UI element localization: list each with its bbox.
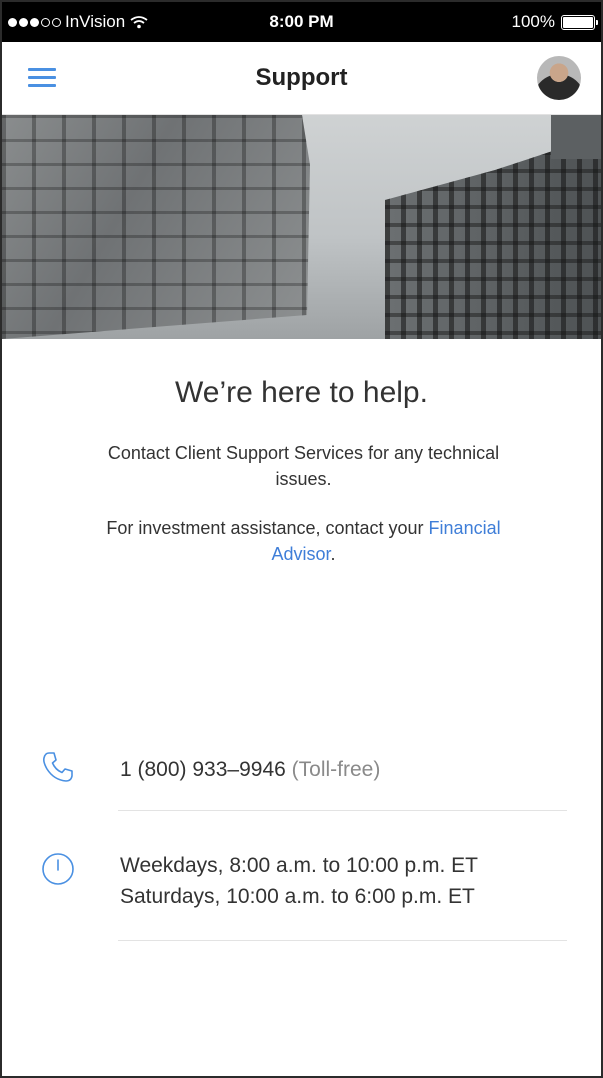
divider: [118, 810, 567, 811]
battery-icon: [561, 14, 598, 30]
phone-icon: [43, 752, 73, 782]
hours-text: Weekdays, 8:00 a.m. to 10:00 p.m. ET Sat…: [120, 850, 478, 912]
hours-weekdays: Weekdays, 8:00 a.m. to 10:00 p.m. ET: [120, 854, 478, 877]
phone-text: 1 (800) 933–9946 (Toll-free): [120, 754, 380, 785]
nav-bar: Support: [2, 42, 601, 115]
divider: [118, 940, 567, 941]
hours-row: Weekdays, 8:00 a.m. to 10:00 p.m. ET Sat…: [2, 848, 601, 940]
battery-percentage: 100%: [511, 12, 555, 31]
status-right: 100%: [511, 12, 598, 32]
hero-image: [2, 115, 601, 339]
phone-toll-free-note: (Toll-free): [291, 758, 381, 781]
phone-frame: InVision 8:00 PM 100% Support We’re here: [0, 0, 603, 1078]
support-headline: We’re here to help.: [175, 376, 428, 409]
hours-saturdays: Saturdays, 10:00 a.m. to 6:00 p.m. ET: [120, 885, 475, 908]
user-avatar[interactable]: [537, 56, 581, 100]
phone-row[interactable]: 1 (800) 933–9946 (Toll-free): [2, 746, 601, 810]
status-bar: InVision 8:00 PM 100%: [2, 2, 601, 42]
advisor-note-prefix: For investment assistance, contact your: [106, 518, 429, 538]
hero-building-left: [2, 115, 310, 339]
page-title: Support: [255, 64, 348, 91]
phone-number[interactable]: 1 (800) 933–9946: [120, 758, 286, 781]
hero-building-top: [551, 115, 601, 159]
battery-fill: [563, 16, 593, 28]
support-description: Contact Client Support Services for any …: [107, 443, 500, 489]
advisor-note-suffix: .: [330, 544, 336, 564]
clock-icon: [42, 853, 74, 885]
advisor-note: For investment assistance, contact your …: [102, 515, 505, 567]
